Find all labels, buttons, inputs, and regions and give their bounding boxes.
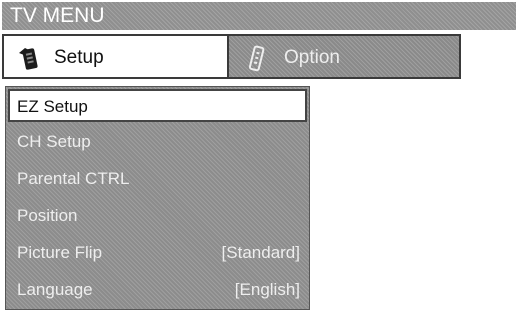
setup-menu-list: EZ Setup CH Setup Parental CTRL Position…: [5, 86, 310, 310]
tab-option[interactable]: Option: [229, 34, 461, 79]
remote-control-icon: [245, 45, 269, 78]
menu-item-ch-setup[interactable]: CH Setup: [6, 124, 309, 161]
menu-item-label: Language: [17, 280, 93, 299]
menu-item-value: [English]: [234, 280, 300, 299]
remote-control-icon: [16, 45, 46, 76]
menu-tabs: Setup Option: [2, 34, 461, 79]
menu-title-bar: TV MENU: [2, 2, 516, 30]
menu-item-picture-flip[interactable]: Picture Flip [Standard]: [6, 235, 309, 272]
menu-item-ez-setup[interactable]: EZ Setup: [8, 89, 307, 122]
menu-item-label: CH Setup: [17, 132, 91, 151]
menu-item-position[interactable]: Position: [6, 198, 309, 235]
menu-item-value: [Standard]: [221, 243, 300, 262]
menu-item-label: Parental CTRL: [17, 169, 130, 188]
tab-setup[interactable]: Setup: [2, 34, 229, 79]
tab-option-label: Option: [284, 47, 340, 68]
menu-title: TV MENU: [10, 4, 105, 27]
tab-setup-label: Setup: [54, 47, 104, 68]
menu-item-label: Picture Flip: [17, 243, 103, 262]
menu-item-label: EZ Setup: [17, 97, 88, 116]
menu-item-language[interactable]: Language [English]: [6, 272, 309, 309]
menu-item-parental-ctrl[interactable]: Parental CTRL: [6, 161, 309, 198]
menu-item-label: Position: [17, 206, 78, 225]
